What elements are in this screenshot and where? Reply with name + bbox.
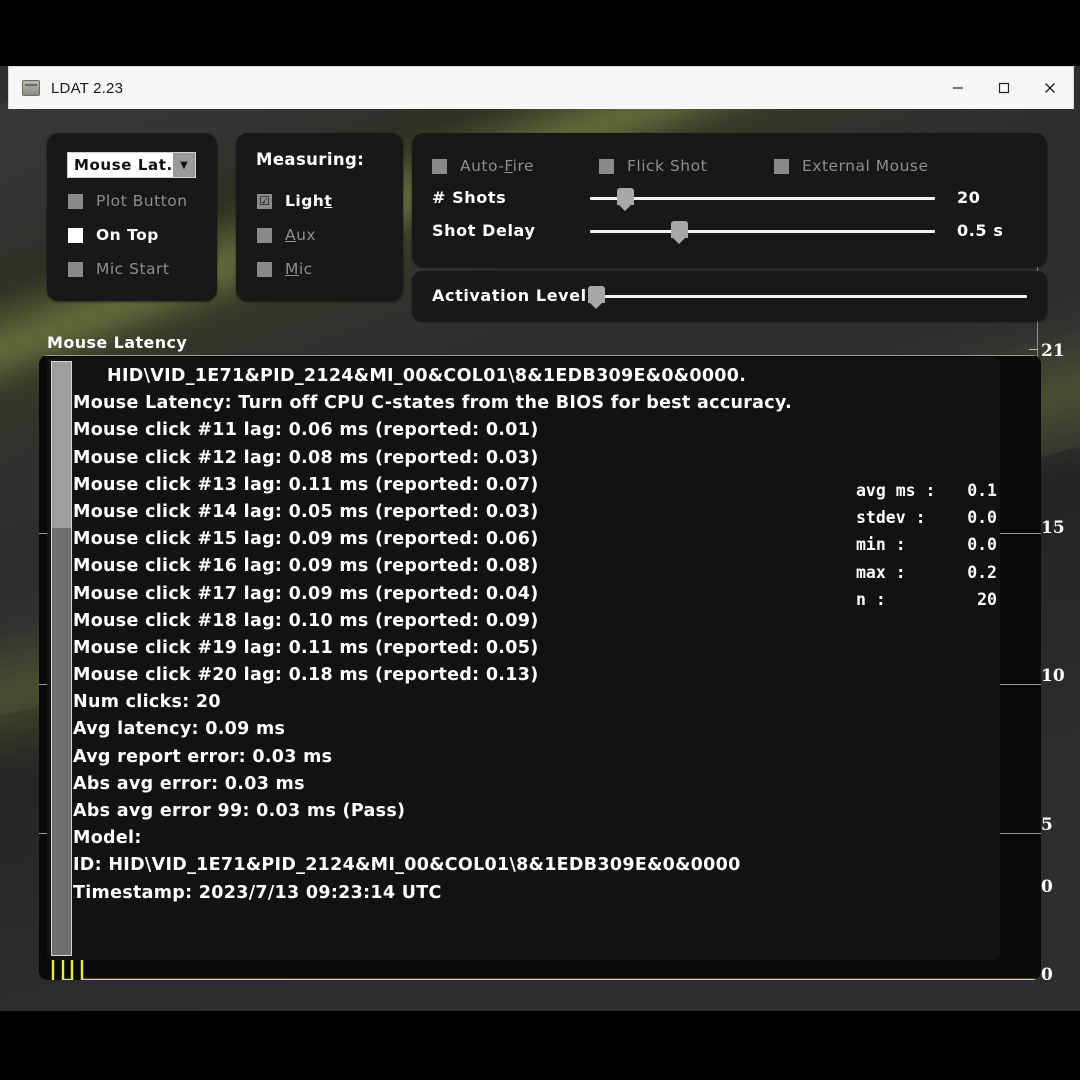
stats-row: avg ms : 0.1	[856, 477, 997, 504]
checkbox-label: Plot Button	[96, 192, 188, 210]
measuring-heading: Measuring:	[256, 150, 365, 169]
log-line: Avg report error: 0.03 ms	[73, 746, 333, 767]
stats-row: min : 0.0	[856, 531, 997, 558]
log-line: Abs avg error 99: 0.03 ms (Pass)	[73, 801, 406, 821]
activation-level-thumb[interactable]	[588, 286, 605, 309]
checkbox-label: External Mouse	[802, 157, 929, 175]
checkbox-box	[257, 261, 272, 277]
stats-row: stdev : 0.0	[856, 504, 997, 531]
stats-row: max : 0.2	[856, 559, 997, 586]
chevron-down-icon[interactable]: ▼	[173, 153, 195, 177]
stats-key: stdev :	[856, 508, 926, 528]
stats-key: max :	[856, 562, 906, 582]
checkbox-label: Flick Shot	[627, 157, 708, 175]
screen-root: LDAT 2.23 Mouse Lat. ▼ Plot Button On To…	[0, 0, 1080, 1080]
stats-summary: avg ms : 0.1 stdev : 0.0 min : 0.0 max : 0.2 n :…	[856, 477, 997, 613]
checkbox-box	[432, 158, 447, 174]
checkbox-box-checked: ☑	[257, 193, 272, 209]
stats-row: n : 20	[856, 586, 997, 613]
app-body: Mouse Lat. ▼ Plot Button On Top Mic Star…	[8, 108, 1072, 1011]
shot-delay-slider-track[interactable]	[590, 230, 935, 233]
checkbox-label: Auto-Fire	[460, 157, 535, 175]
checkbox-aux[interactable]: Aux	[257, 224, 316, 246]
window-titlebar[interactable]: LDAT 2.23	[8, 66, 1074, 109]
checkbox-external-mouse[interactable]: External Mouse	[774, 155, 929, 177]
log-line: Model:	[73, 828, 142, 849]
log-line: HID\VID_1E71&PID_2124&MI_00&COL01\8&1EDB…	[107, 366, 747, 386]
checkbox-light[interactable]: ☑ Light	[257, 190, 332, 212]
close-icon[interactable]	[1027, 67, 1073, 109]
stats-value: 0.1	[967, 481, 997, 500]
log-scrollbar-thumb[interactable]	[52, 362, 71, 528]
stats-value: 0.0	[967, 535, 997, 555]
window-controls	[935, 67, 1073, 109]
app-icon	[22, 80, 40, 96]
activation-level-track[interactable]	[597, 295, 1027, 298]
mode-select-value: Mouse Lat.	[74, 156, 173, 174]
log-output-panel: HID\VID_1E71&PID_2124&MI_00&COL01\8&1EDB…	[47, 357, 1000, 960]
log-line: Mouse click #12 lag: 0.08 ms (reported: …	[73, 447, 539, 468]
shots-slider-value: 20	[957, 188, 981, 207]
checkbox-box	[774, 158, 789, 174]
stats-value: 0.2	[967, 562, 997, 582]
shot-delay-slider-thumb[interactable]	[671, 221, 688, 244]
shots-slider-thumb[interactable]	[617, 188, 634, 211]
stats-value: 0.0	[967, 508, 997, 528]
activation-panel: Activation Level	[412, 271, 1047, 321]
stats-key: min :	[856, 535, 906, 555]
log-scrollbar[interactable]	[51, 361, 72, 956]
log-line: Avg latency: 0.09 ms	[73, 719, 286, 740]
checkbox-box	[599, 158, 614, 174]
checkbox-label: Light	[285, 192, 333, 210]
maximize-icon[interactable]	[981, 67, 1027, 109]
mode-panel: Mouse Lat. ▼ Plot Button On Top Mic Star…	[47, 133, 217, 301]
shots-slider-track[interactable]	[590, 197, 935, 200]
checkbox-box	[68, 261, 83, 277]
stats-key: avg ms :	[856, 481, 936, 500]
checkbox-on-top[interactable]: On Top	[68, 224, 159, 246]
checkbox-mic-start[interactable]: Mic Start	[68, 258, 170, 280]
checkbox-label: Aux	[285, 226, 317, 244]
shot-delay-slider-value: 0.5 s	[957, 221, 1004, 240]
log-text: HID\VID_1E71&PID_2124&MI_00&COL01\8&1EDB…	[73, 363, 1000, 907]
window-title: LDAT 2.23	[51, 79, 124, 97]
checkbox-box	[68, 227, 83, 243]
checkbox-flick-shot[interactable]: Flick Shot	[599, 155, 707, 177]
checkbox-plot-button[interactable]: Plot Button	[68, 190, 188, 212]
log-line: Mouse Latency: Turn off CPU C-states fro…	[73, 393, 793, 414]
activation-level-label: Activation Level	[432, 286, 587, 305]
checkbox-label: Mic	[285, 260, 313, 278]
log-line: ID: HID\VID_1E71&PID_2124&MI_00&COL01\8&…	[73, 855, 741, 876]
page-title: Mouse Latency	[47, 333, 188, 352]
shot-delay-slider-label: Shot Delay	[432, 221, 536, 240]
letterbox-bottom	[0, 1011, 1080, 1080]
stats-value: 20	[977, 589, 997, 609]
minimize-icon[interactable]	[935, 67, 981, 109]
checkbox-box	[68, 193, 83, 209]
shots-panel: Auto-Fire Flick Shot External Mouse # Sh…	[412, 133, 1047, 267]
checkbox-label: On Top	[96, 226, 159, 244]
shots-slider-label: # Shots	[432, 188, 507, 207]
log-line: Mouse click #11 lag: 0.06 ms (reported: …	[73, 420, 539, 441]
log-line: Abs avg error: 0.03 ms	[73, 773, 305, 794]
log-line: Mouse click #19 lag: 0.11 ms (reported: …	[73, 637, 539, 658]
measuring-panel: Measuring: ☑ Light Aux Mic	[236, 133, 403, 301]
log-line: Mouse click #20 lag: 0.18 ms (reported: …	[73, 665, 539, 686]
mode-select[interactable]: Mouse Lat. ▼	[67, 152, 196, 178]
control-panels: Mouse Lat. ▼ Plot Button On Top Mic Star…	[47, 133, 1047, 328]
stats-key: n :	[856, 589, 886, 609]
letterbox-top	[0, 0, 1080, 66]
checkbox-mic[interactable]: Mic	[257, 258, 313, 280]
checkbox-box	[257, 227, 272, 243]
log-line: Timestamp: 2023/7/13 09:23:14 UTC	[73, 882, 442, 903]
checkbox-auto-fire[interactable]: Auto-Fire	[432, 155, 534, 177]
checkbox-label: Mic Start	[96, 260, 170, 278]
log-line: Num clicks: 20	[73, 692, 221, 713]
